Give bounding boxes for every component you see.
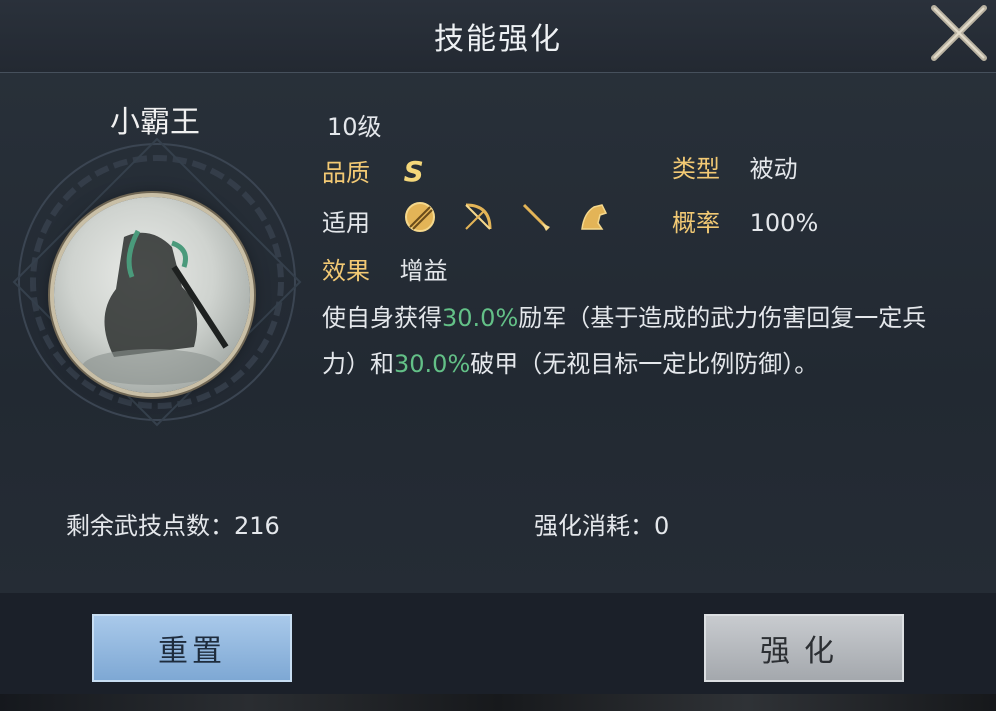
effect-value: 增益 <box>399 257 448 285</box>
desc-pct-2: 30.0% <box>394 350 471 378</box>
applicable-label: 适用 <box>322 209 370 237</box>
horse-icon <box>581 204 608 230</box>
effect-label: 效果 <box>322 257 370 285</box>
enhance-button[interactable]: 强化 <box>704 614 904 682</box>
skill-level: 10级 <box>327 113 382 141</box>
shield-icon <box>405 202 435 232</box>
cost-label: 强化消耗： <box>534 512 654 540</box>
quality-row: 品质 S <box>322 153 424 188</box>
title-bar: 技能强化 <box>0 0 996 73</box>
cost-value: 0 <box>654 512 670 540</box>
quality-value: S <box>403 155 424 188</box>
quality-label: 品质 <box>322 159 370 187</box>
points-value: 216 <box>234 512 280 540</box>
hero-portrait <box>54 197 250 393</box>
bow-icon <box>465 203 492 230</box>
hero-name: 小霸王 <box>110 105 200 140</box>
desc-text-1: 使自身获得 <box>322 304 442 332</box>
spear-icon <box>522 203 550 231</box>
effect-row: 效果 增益 <box>322 251 448 286</box>
points-label: 剩余武技点数： <box>66 512 234 540</box>
bottom-scene-strip <box>0 694 996 711</box>
page-title: 技能强化 <box>434 22 562 57</box>
skill-description: 使自身获得30.0%励军（基于造成的武力伤害回复一定兵力）和30.0%破甲（无视… <box>322 295 962 387</box>
remaining-points: 剩余武技点数：216 <box>66 506 280 541</box>
chance-label: 概率 <box>672 209 720 237</box>
enhance-cost: 强化消耗：0 <box>534 506 669 541</box>
type-row: 类型 被动 <box>672 149 798 184</box>
close-button[interactable] <box>926 0 992 66</box>
skill-panel: 小霸王 10级 品质 S 类型 被动 适用 概率 100% 效果 增益 使自身获… <box>0 72 996 594</box>
applicable-icons <box>402 199 612 235</box>
chance-row: 概率 100% <box>672 203 818 238</box>
close-icon <box>931 5 987 61</box>
desc-pct-1: 30.0% <box>442 304 519 332</box>
type-value: 被动 <box>749 155 798 183</box>
warrior-portrait-icon <box>82 229 229 385</box>
chance-value: 100% <box>749 209 819 237</box>
type-label: 类型 <box>672 155 720 183</box>
reset-button[interactable]: 重置 <box>92 614 292 682</box>
desc-text-3: 破甲（无视目标一定比例防御）。 <box>470 350 819 378</box>
